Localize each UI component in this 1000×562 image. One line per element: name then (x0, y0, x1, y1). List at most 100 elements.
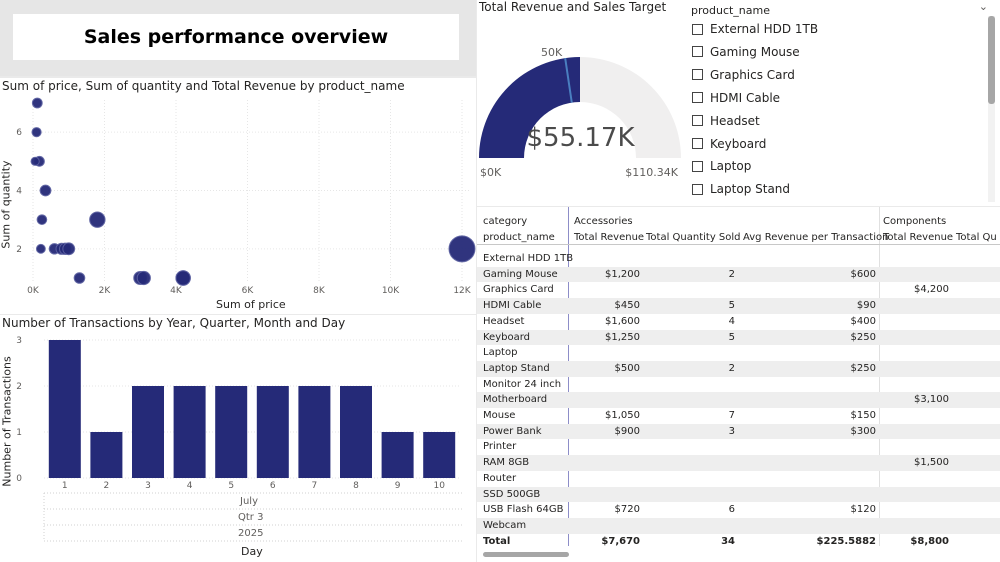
scatter-point[interactable] (36, 214, 48, 225)
row-product-name: Graphics Card (483, 284, 554, 296)
table-row[interactable]: SSD 500GB (477, 486, 1000, 503)
bar-year-label: 2025 (238, 528, 264, 539)
bar[interactable] (340, 386, 372, 478)
slicer-item[interactable]: Headset (692, 111, 760, 131)
slicer-scroll-thumb[interactable] (988, 16, 995, 104)
checkbox-icon[interactable] (692, 183, 703, 195)
table-total-row[interactable]: Total $7,670 34 $225.5882 $8,800 (477, 534, 1000, 550)
scatter-point[interactable] (448, 235, 476, 263)
gauge-visual[interactable]: Total Revenue and Sales Target 50K $55.1… (477, 0, 684, 206)
checkbox-icon[interactable] (692, 138, 703, 149)
gauge-max-label: $110.34K (625, 166, 678, 179)
hdr-total-revenue[interactable]: Total Revenue (574, 232, 644, 243)
slicer-item-label: Laptop (710, 159, 752, 174)
checkbox-icon[interactable] (692, 23, 703, 35)
scatter-visual[interactable]: Sum of price, Sum of quantity and Total … (0, 78, 476, 314)
scatter-point[interactable] (62, 242, 76, 256)
scatter-point[interactable] (136, 270, 151, 286)
bar[interactable] (298, 386, 331, 478)
table-row[interactable]: Graphics Card $4,200 (477, 282, 1000, 298)
table-row[interactable]: HDMI Cable $450 5 $90 (477, 298, 1000, 314)
cell-rev2: $4,200 (914, 284, 949, 296)
table-row[interactable]: USB Flash 64GB $720 6 $120 (477, 502, 1000, 518)
table-row[interactable]: Keyboard $1,250 5 $250 (477, 329, 1000, 346)
table-row[interactable]: Monitor 24 inch (477, 377, 1000, 393)
bar[interactable] (423, 432, 456, 478)
hdr-avg-revenue[interactable]: Avg Revenue per Transaction (743, 232, 888, 243)
slicer-item[interactable]: Laptop Stand (692, 179, 790, 199)
checkbox-icon[interactable] (692, 46, 703, 58)
scatter-y-label: Sum of quantity (0, 160, 13, 249)
slicer-header: product_name (691, 4, 771, 17)
bar[interactable] (256, 386, 289, 478)
table-row[interactable]: External HDD 1TB (477, 251, 1000, 267)
revenue-matrix[interactable]: category product_name Accessories Compon… (477, 207, 1000, 562)
gauge-min-label: $0K (480, 166, 502, 179)
cell-avg: $150 (850, 410, 876, 421)
table-row[interactable]: Laptop Stand $500 2 $250 (477, 360, 1000, 377)
bar[interactable] (215, 386, 248, 478)
checkbox-icon[interactable] (692, 92, 703, 104)
scatter-point[interactable] (39, 184, 52, 197)
hdr-group-components: Components (883, 216, 947, 227)
cell-qty: 34 (721, 535, 735, 547)
cell-rev: $900 (614, 425, 640, 437)
product-slicer[interactable]: product_name ⌄ External HDD 1TB Gaming Mo… (684, 0, 1000, 206)
cell-qty: 2 (728, 362, 735, 374)
hdr-total-quantity[interactable]: Total Quantity Sold (646, 232, 741, 243)
scatter-point[interactable] (30, 156, 40, 166)
gauge-value: $55.17K (526, 123, 635, 153)
hdr-total-quantity-components[interactable]: Total Qu (956, 232, 997, 243)
bar[interactable] (381, 432, 414, 478)
checkbox-icon[interactable] (692, 115, 703, 127)
scatter-point[interactable] (73, 272, 86, 284)
slicer-item[interactable]: Keyboard (692, 134, 766, 154)
table-row[interactable]: Webcam (477, 517, 1000, 534)
table-horizontal-scrollbar[interactable] (483, 552, 569, 557)
hdr-total-revenue-components[interactable]: Total Revenue (883, 232, 953, 243)
scatter-point[interactable] (31, 127, 42, 138)
checkbox-icon[interactable] (692, 69, 703, 81)
table-row[interactable]: Power Bank $900 3 $300 (477, 423, 1000, 440)
bar-chart-visual[interactable]: Number of Transactions by Year, Quarter,… (0, 315, 476, 562)
scatter-point[interactable] (35, 243, 46, 254)
slicer-item[interactable]: Gaming Mouse (692, 42, 800, 62)
bar[interactable] (173, 386, 206, 478)
table-row[interactable]: Headset $1,600 4 $400 (477, 314, 1000, 330)
cell-avg: $300 (850, 425, 876, 437)
table-row[interactable]: Router (477, 471, 1000, 487)
slicer-item-label: Gaming Mouse (710, 44, 800, 59)
row-product-name: Keyboard (483, 331, 531, 343)
row-product-name: Power Bank (483, 425, 542, 437)
chevron-down-icon[interactable]: ⌄ (979, 0, 988, 13)
cell-qty: 2 (728, 268, 735, 280)
hdr-product-name[interactable]: product_name (483, 232, 555, 243)
cell-qty: 3 (728, 425, 735, 437)
slicer-item[interactable]: Laptop (692, 156, 751, 176)
scatter-point[interactable] (89, 211, 106, 228)
table-row[interactable]: Laptop (477, 345, 1000, 361)
bar[interactable] (48, 340, 81, 478)
cell-qty: 4 (728, 315, 735, 327)
table-row[interactable]: Gaming Mouse $1,200 2 $600 (477, 266, 1000, 283)
bar-x-label: Day (241, 545, 263, 558)
slicer-item[interactable]: Graphics Card (692, 65, 795, 85)
table-row[interactable]: Mouse $1,050 7 $150 (477, 408, 1000, 424)
table-row[interactable]: Printer (477, 439, 1000, 455)
bar[interactable] (132, 386, 164, 478)
bar[interactable] (90, 432, 123, 478)
scatter-point[interactable] (31, 97, 43, 109)
row-product-name: External HDD 1TB (483, 253, 574, 264)
bar-y-tick: 0 (16, 474, 22, 484)
bar-x-tick: 3 (145, 481, 151, 491)
scatter-point[interactable] (175, 270, 191, 286)
scatter-plot[interactable]: 0K 2K 4K 6K 8K 10K 12K 2 4 6 (0, 78, 476, 314)
row-product-name: Motherboard (483, 394, 548, 406)
bar-plot[interactable]: 0 1 2 3 1 2 3 4 5 6 7 8 9 10 (0, 315, 476, 562)
checkbox-icon[interactable] (692, 160, 703, 172)
table-row[interactable]: Motherboard $3,100 (477, 392, 1000, 408)
slicer-item[interactable]: External HDD 1TB (692, 19, 818, 39)
table-row[interactable]: RAM 8GB $1,500 (477, 455, 1000, 471)
cell-rev: $1,600 (605, 315, 640, 327)
slicer-item[interactable]: HDMI Cable (692, 88, 780, 108)
